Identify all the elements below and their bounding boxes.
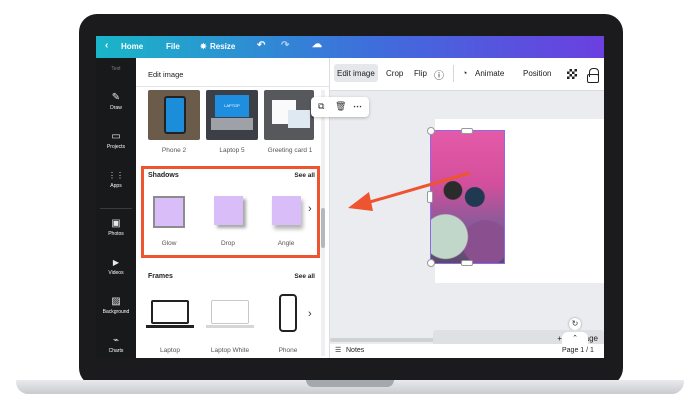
folder-icon: ▭ <box>111 131 121 142</box>
mockup-laptop-5[interactable]: LAPTOP MOCKUP <box>206 90 258 140</box>
position-button[interactable]: Position <box>523 69 551 78</box>
arrow-shaft <box>362 171 471 206</box>
image-toolbar: Edit image Crop Flip ⓘ ◔ Animate Positio… <box>330 58 604 91</box>
resize-handle[interactable] <box>461 260 473 266</box>
frame-caption: Laptop White <box>210 347 250 354</box>
undo-icon[interactable]: ↶ <box>257 40 265 51</box>
top-bar: ‹ Home File ✵ Resize ↶ ↷ ☁ <box>96 36 604 58</box>
lock-icon[interactable] <box>587 74 599 83</box>
resize-handle[interactable] <box>461 128 473 134</box>
notes-icon: ☰ <box>335 347 342 354</box>
flip-button[interactable]: Flip <box>414 69 427 78</box>
rail-item-label: Background <box>102 309 130 315</box>
resize-handle[interactable] <box>427 259 435 267</box>
rotate-icon[interactable]: ↻ <box>569 318 581 330</box>
rail-item-background[interactable]: ▨ Background <box>96 296 136 315</box>
rail-item-label: Photos <box>108 231 124 237</box>
left-rail: Text ✎ Draw ▭ Projects ⋮⋮ Apps ▣ Photos … <box>96 58 136 358</box>
apps-grid-icon: ⋮⋮ <box>108 171 124 180</box>
toolbar-divider <box>453 65 454 82</box>
frame-laptop-white-base <box>206 325 254 328</box>
page-indicator[interactable]: Page 1 / 1 <box>562 347 594 354</box>
transparency-icon[interactable] <box>567 69 577 79</box>
laptop-keyboard-image <box>211 118 253 130</box>
videos-icon: ▶ <box>112 258 120 267</box>
rail-item-label: Apps <box>110 183 122 189</box>
frames-title: Frames <box>148 273 173 280</box>
arrow-head <box>348 192 373 211</box>
duplicate-icon[interactable]: ⧉ <box>318 101 324 112</box>
resize-handle[interactable] <box>427 127 435 135</box>
rail-item-draw[interactable]: ✎ Draw <box>96 92 136 111</box>
rail-item-label: Draw <box>110 105 122 111</box>
animate-icon: ◔ <box>462 68 468 78</box>
file-menu[interactable]: File <box>166 42 180 51</box>
animate-button[interactable]: Animate <box>475 69 504 78</box>
canvas-area: ↻ <box>330 91 604 358</box>
frame-laptop-white-screen[interactable] <box>211 300 249 324</box>
back-icon[interactable]: ‹ <box>105 40 108 51</box>
frame-caption: Laptop <box>160 347 180 354</box>
frame-caption: Phone <box>278 347 298 354</box>
panel-divider <box>136 86 329 87</box>
delete-icon[interactable]: 🗑 <box>335 101 346 112</box>
rail-item-label: Videos <box>108 270 124 276</box>
redo-icon[interactable]: ↷ <box>281 40 289 51</box>
annotation-arrow <box>348 171 471 211</box>
rail-item-projects[interactable]: ▭ Projects <box>96 131 136 150</box>
rail-item-photos[interactable]: ▣ Photos <box>96 218 136 237</box>
element-floating-toolbar: ⧉ 🗑 ⋯ <box>311 97 369 117</box>
frames-next-icon[interactable]: › <box>308 308 312 320</box>
home-button[interactable]: Home <box>121 42 143 51</box>
phone-image <box>164 96 186 134</box>
crop-button[interactable]: Crop <box>386 69 403 78</box>
edit-image-button[interactable]: Edit image <box>337 69 375 78</box>
rail-item-text[interactable]: Text <box>96 66 136 72</box>
rail-divider <box>100 208 132 209</box>
mockup-caption: Greeting card 1 <box>267 147 313 154</box>
mockup-phone-2[interactable] <box>148 90 200 140</box>
background-icon: ▨ <box>111 296 121 307</box>
rail-item-videos[interactable]: ▶ Videos <box>96 257 136 276</box>
frame-phone[interactable] <box>279 294 297 332</box>
bottom-bar: ⌃ ☰ Notes Page 1 / 1 <box>330 332 604 358</box>
mockup-caption: Laptop 5 <box>219 147 245 154</box>
collapse-icon[interactable]: ⌃ <box>562 332 588 344</box>
notes-button[interactable]: Notes <box>346 347 364 354</box>
frame-laptop-screen[interactable] <box>151 300 189 324</box>
panel-scrollbar-thumb[interactable] <box>321 208 325 248</box>
cloud-save-icon[interactable]: ☁ <box>312 39 322 50</box>
panel-title: Edit image <box>148 70 184 79</box>
frames-see-all-link[interactable]: See all <box>294 273 315 280</box>
rail-item-label: Projects <box>106 144 126 150</box>
resize-button[interactable]: Resize <box>210 42 235 51</box>
draw-icon: ✎ <box>111 92 121 103</box>
mockup-caption: Phone 2 <box>161 147 187 154</box>
laptop-notch <box>306 380 394 387</box>
laptop-mockup-screen: LAPTOP MOCKUP <box>215 95 249 130</box>
rail-item-label: Charts <box>108 348 124 354</box>
info-icon[interactable]: ⓘ <box>434 67 444 82</box>
mockup-greeting-card-1[interactable] <box>264 90 314 140</box>
rail-item-charts[interactable]: ⌁ Charts <box>96 335 136 354</box>
card-image <box>288 110 310 128</box>
frame-laptop-base <box>146 325 194 328</box>
resize-icon: ✵ <box>200 42 207 51</box>
charts-icon: ⌁ <box>112 335 120 346</box>
shadows-highlight-box <box>141 166 320 258</box>
photos-icon: ▣ <box>111 218 121 229</box>
more-options-icon[interactable]: ⋯ <box>353 101 362 112</box>
rail-item-apps[interactable]: ⋮⋮ Apps <box>96 170 136 189</box>
